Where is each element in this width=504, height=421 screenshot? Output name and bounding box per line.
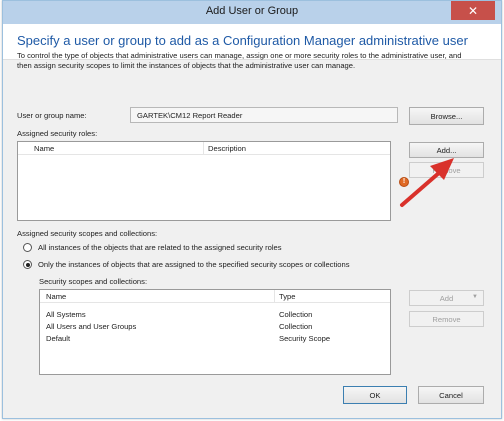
close-button[interactable]: ✕ bbox=[451, 1, 495, 20]
scope-list-label: Security scopes and collections: bbox=[39, 277, 148, 286]
cancel-button[interactable]: Cancel bbox=[418, 386, 484, 404]
remove-scope-button[interactable]: Remove bbox=[409, 311, 484, 327]
scope-name: Default bbox=[46, 334, 71, 343]
radio-all-instances[interactable] bbox=[23, 243, 32, 252]
user-or-group-label: User or group name: bbox=[17, 111, 87, 120]
column-divider bbox=[203, 142, 204, 155]
add-scope-dropdown-button[interactable]: Add ▼ bbox=[409, 290, 484, 306]
scopes-column-type[interactable]: Type bbox=[279, 292, 295, 301]
info-line-1: To control the type of objects that admi… bbox=[17, 51, 462, 60]
roles-list-header: Name Description bbox=[18, 142, 390, 155]
scope-type: Collection bbox=[279, 322, 313, 331]
security-roles-list[interactable]: Name Description bbox=[17, 141, 391, 221]
scopes-list-header: Name Type bbox=[40, 290, 390, 303]
ok-button[interactable]: OK bbox=[343, 386, 407, 404]
roles-column-name[interactable]: Name bbox=[34, 144, 54, 153]
radio-only-instances-label[interactable]: Only the instances of objects that are a… bbox=[38, 260, 350, 269]
column-divider bbox=[274, 290, 275, 303]
roles-column-description[interactable]: Description bbox=[208, 144, 246, 153]
scopes-column-name[interactable]: Name bbox=[46, 292, 66, 301]
table-row[interactable]: Default Security Scope bbox=[40, 333, 390, 344]
user-or-group-input[interactable]: GARTEK\CM12 Report Reader bbox=[130, 107, 398, 123]
scope-name: All Users and User Groups bbox=[46, 322, 137, 331]
add-role-button[interactable]: Add... bbox=[409, 142, 484, 158]
info-text: To control the type of objects that admi… bbox=[17, 51, 487, 71]
assigned-roles-label: Assigned security roles: bbox=[17, 129, 98, 138]
close-icon: ✕ bbox=[467, 3, 479, 18]
radio-only-instances[interactable] bbox=[23, 260, 32, 269]
security-scopes-list[interactable]: Name Type All Systems Collection All Use… bbox=[39, 289, 391, 375]
scope-type: Security Scope bbox=[279, 334, 331, 343]
scope-name: All Systems bbox=[46, 310, 86, 319]
chevron-down-icon: ▼ bbox=[472, 294, 478, 300]
add-scope-label: Add bbox=[439, 293, 454, 303]
window-title: Add User or Group bbox=[205, 5, 299, 17]
info-line-2: then assign security scopes to limit the… bbox=[17, 61, 356, 70]
radio-all-instances-label[interactable]: All instances of the objects that are re… bbox=[38, 243, 282, 252]
scope-type: Collection bbox=[279, 310, 313, 319]
assigned-scopes-label: Assigned security scopes and collections… bbox=[17, 229, 158, 238]
browse-button[interactable]: Browse... bbox=[409, 107, 484, 125]
page-heading: Specify a user or group to add as a Conf… bbox=[17, 33, 468, 48]
table-row[interactable]: All Systems Collection bbox=[40, 309, 390, 320]
remove-role-button[interactable]: Remove bbox=[409, 162, 484, 178]
table-row[interactable]: All Users and User Groups Collection bbox=[40, 321, 390, 332]
title-bar: Add User or Group ✕ bbox=[3, 1, 501, 24]
add-user-or-group-dialog: Add User or Group ✕ Specify a user or gr… bbox=[2, 0, 502, 419]
warning-icon: ! bbox=[399, 177, 409, 187]
